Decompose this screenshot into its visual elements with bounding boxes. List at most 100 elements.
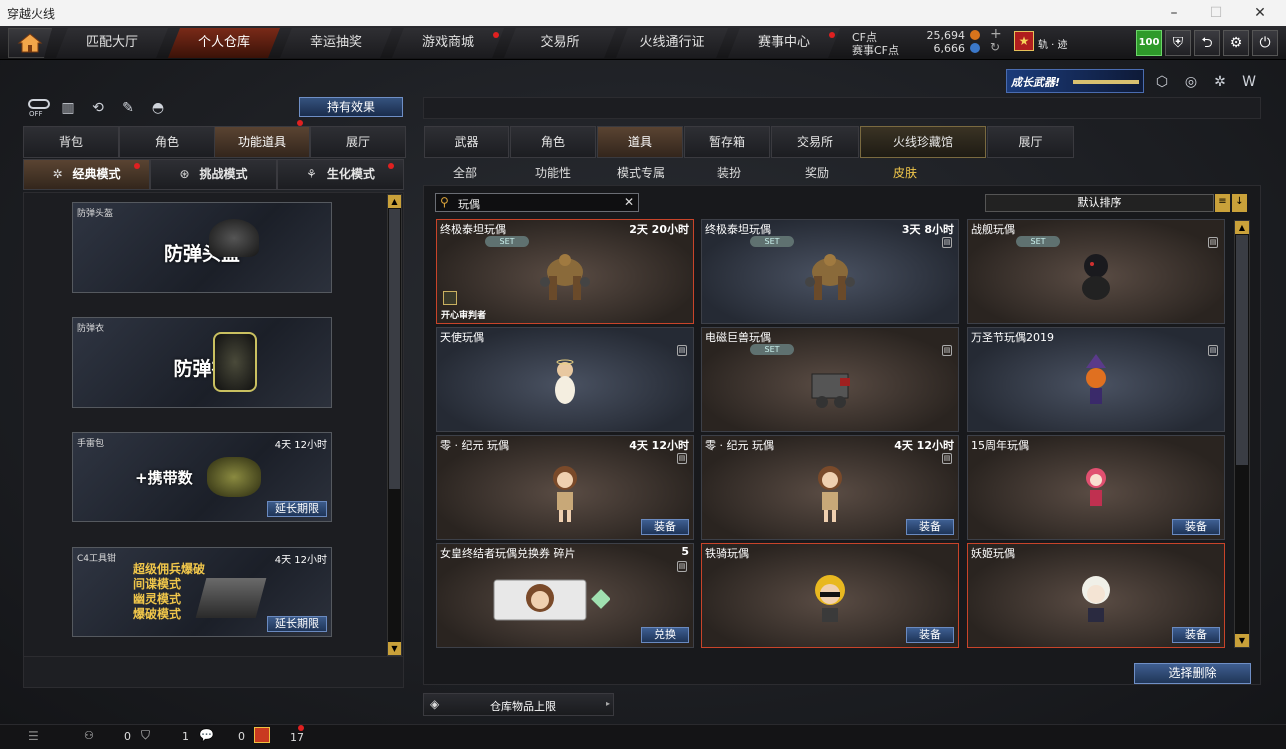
list-view-icon[interactable]: ≡	[1215, 194, 1230, 212]
left-item-1[interactable]: 防弹衣 防弹衣	[72, 317, 332, 408]
expand-arrow-icon[interactable]: ▸	[606, 699, 610, 708]
right-tab-2[interactable]: 道具	[597, 126, 683, 158]
left-item-3[interactable]: C4工具钳 4天 12小时 超级佣兵爆破 间谍模式 幽灵模式 爆破模式 延长期限	[72, 547, 332, 637]
emblem-3-icon[interactable]: ✲	[1210, 72, 1230, 92]
item-card-7[interactable]: 零 · 纪元 玩偶 4天 12小时 ▤ 装备	[701, 435, 959, 540]
sub-tab-3[interactable]: 装扮	[689, 164, 769, 181]
sort-dropdown[interactable]: 默认排序	[985, 194, 1214, 212]
item-card-2[interactable]: 战舰玩偶 SET ▤	[967, 219, 1225, 324]
sort-direction-icon[interactable]: ↓	[1232, 194, 1247, 212]
extend-button-2[interactable]: 延长期限	[267, 501, 327, 517]
select-delete-button[interactable]: 选择删除	[1134, 663, 1251, 684]
lock-icon[interactable]: ▤	[677, 345, 687, 356]
item-action-button-11[interactable]: 装备	[1172, 627, 1220, 643]
lock-icon[interactable]: ▤	[942, 453, 952, 464]
search-input[interactable]: 玩偶	[458, 196, 480, 212]
extend-button-3[interactable]: 延长期限	[267, 616, 327, 632]
friends-icon[interactable]: ⚇	[84, 729, 94, 742]
nav-tab-2[interactable]: 幸运抽奖	[280, 28, 392, 58]
nav-tab-6[interactable]: 赛事中心	[728, 28, 840, 58]
power-button[interactable]: ⏻	[1252, 30, 1278, 56]
promo-banner[interactable]: 成长武器!	[1006, 69, 1144, 93]
lock-icon[interactable]: ▤	[942, 237, 952, 248]
scroll-thumb[interactable]	[389, 209, 400, 489]
scroll-up-arrow[interactable]: ▲	[388, 195, 401, 208]
home-button[interactable]	[8, 28, 52, 58]
grid-scroll-up[interactable]: ▲	[1235, 221, 1249, 234]
nav-tab-3[interactable]: 游戏商城	[392, 28, 504, 58]
storage-limit-bar[interactable]: ◈ 仓库物品上限 ▸	[423, 693, 614, 716]
left-tab-0[interactable]: 背包	[23, 126, 119, 158]
item-action-button-8[interactable]: 装备	[1172, 519, 1220, 535]
grid-scrollbar[interactable]: ▲ ▼	[1234, 220, 1250, 648]
maximize-button[interactable]: ☐	[1202, 3, 1230, 23]
gift-icon[interactable]	[254, 727, 270, 743]
emblem-1-icon[interactable]: ⬡	[1152, 72, 1172, 92]
item-card-9[interactable]: 女皇终结者玩偶兑换券 碎片 5 ▤ 兑换	[436, 543, 694, 648]
refresh-icon[interactable]: ↻	[990, 40, 1000, 54]
chat-icon[interactable]: 💬	[199, 728, 214, 742]
settings-button[interactable]: ⚙	[1223, 30, 1249, 56]
item-card-1[interactable]: 终极泰坦玩偶 3天 8小时 SET ▤	[701, 219, 959, 324]
left-item-0[interactable]: 防弹头盔 防弹头盔	[72, 202, 332, 293]
mode-tab-2[interactable]: ⚘ 生化模式	[277, 159, 404, 190]
lock-icon[interactable]: ▤	[677, 561, 687, 572]
emblem-2-icon[interactable]: ◎	[1181, 72, 1201, 92]
bag-icon[interactable]: ◓	[148, 98, 168, 118]
sub-tab-2[interactable]: 模式专属	[601, 164, 681, 181]
item-card-3[interactable]: 天使玩偶 ▤	[436, 327, 694, 432]
clan-icon[interactable]: ⛉	[141, 728, 150, 743]
item-card-5[interactable]: 万圣节玩偶2019 ▤	[967, 327, 1225, 432]
right-tab-5[interactable]: 火线珍藏馆	[860, 126, 986, 158]
sub-tab-4[interactable]: 奖励	[777, 164, 857, 181]
left-tab-3[interactable]: 展厅	[310, 126, 406, 158]
scroll-down-arrow[interactable]: ▼	[388, 642, 401, 655]
sub-tab-0[interactable]: 全部	[425, 164, 505, 181]
left-tab-2[interactable]: 功能道具	[214, 126, 310, 158]
toggle-off-button[interactable]: OFF	[26, 97, 52, 119]
lock-icon[interactable]: ▤	[942, 345, 952, 356]
grid-scroll-down[interactable]: ▼	[1235, 634, 1249, 647]
left-item-2[interactable]: 手雷包 4天 12小时 +携带数 延长期限	[72, 432, 332, 522]
lock-icon[interactable]: ▤	[1208, 345, 1218, 356]
close-button[interactable]: ✕	[1246, 3, 1274, 23]
holding-effect-button[interactable]: 持有效果	[299, 97, 403, 117]
right-tab-4[interactable]: 交易所	[771, 126, 859, 158]
lock-icon[interactable]: ▤	[1208, 237, 1218, 248]
item-action-button-10[interactable]: 装备	[906, 627, 954, 643]
item-card-0[interactable]: 终极泰坦玩偶 2天 20小时 SET 开心审判者	[436, 219, 694, 324]
minimize-button[interactable]: –	[1160, 3, 1188, 23]
spray-icon[interactable]: ✎	[118, 98, 138, 118]
right-tab-0[interactable]: 武器	[424, 126, 509, 158]
grid-scroll-thumb[interactable]	[1236, 235, 1248, 465]
menu-icon[interactable]: ☰	[28, 729, 39, 743]
mode-tab-0[interactable]: ✲ 经典模式	[23, 159, 150, 190]
stats-icon[interactable]: ▥	[58, 98, 78, 118]
item-action-button-9[interactable]: 兑换	[641, 627, 689, 643]
nav-tab-0[interactable]: 匹配大厅	[56, 28, 168, 58]
sub-tab-1[interactable]: 功能性	[513, 164, 593, 181]
search-box[interactable]: ⚲ 玩偶 ✕	[435, 193, 639, 212]
item-card-4[interactable]: 电磁巨兽玩偶 SET ▤	[701, 327, 959, 432]
sub-tab-5[interactable]: 皮肤	[865, 164, 945, 181]
right-tab-1[interactable]: 角色	[510, 126, 596, 158]
item-card-10[interactable]: 铁骑玩偶 装备	[701, 543, 959, 648]
nav-tab-1[interactable]: 个人仓库	[168, 28, 280, 58]
exit-room-button[interactable]: ⮌	[1194, 30, 1220, 56]
left-tab-1[interactable]: 角色	[119, 126, 215, 158]
emblem-4-icon[interactable]: W	[1239, 72, 1259, 92]
item-card-8[interactable]: 15周年玩偶 装备	[967, 435, 1225, 540]
right-tab-3[interactable]: 暂存箱	[684, 126, 770, 158]
cycle-icon[interactable]: ⟲	[88, 98, 108, 118]
item-card-11[interactable]: 妖姬玩偶 装备	[967, 543, 1225, 648]
item-action-button-7[interactable]: 装备	[906, 519, 954, 535]
nav-tab-4[interactable]: 交易所	[504, 28, 616, 58]
left-scrollbar[interactable]: ▲ ▼	[387, 194, 402, 656]
right-tab-6[interactable]: 展厅	[987, 126, 1074, 158]
nav-tab-5[interactable]: 火线通行证	[616, 28, 728, 58]
item-card-6[interactable]: 零 · 纪元 玩偶 4天 12小时 ▤ 装备	[436, 435, 694, 540]
lock-icon[interactable]: ▤	[677, 453, 687, 464]
item-action-button-6[interactable]: 装备	[641, 519, 689, 535]
mode-tab-1[interactable]: ⊛ 挑战模式	[150, 159, 277, 190]
clear-search-icon[interactable]: ✕	[624, 195, 634, 209]
